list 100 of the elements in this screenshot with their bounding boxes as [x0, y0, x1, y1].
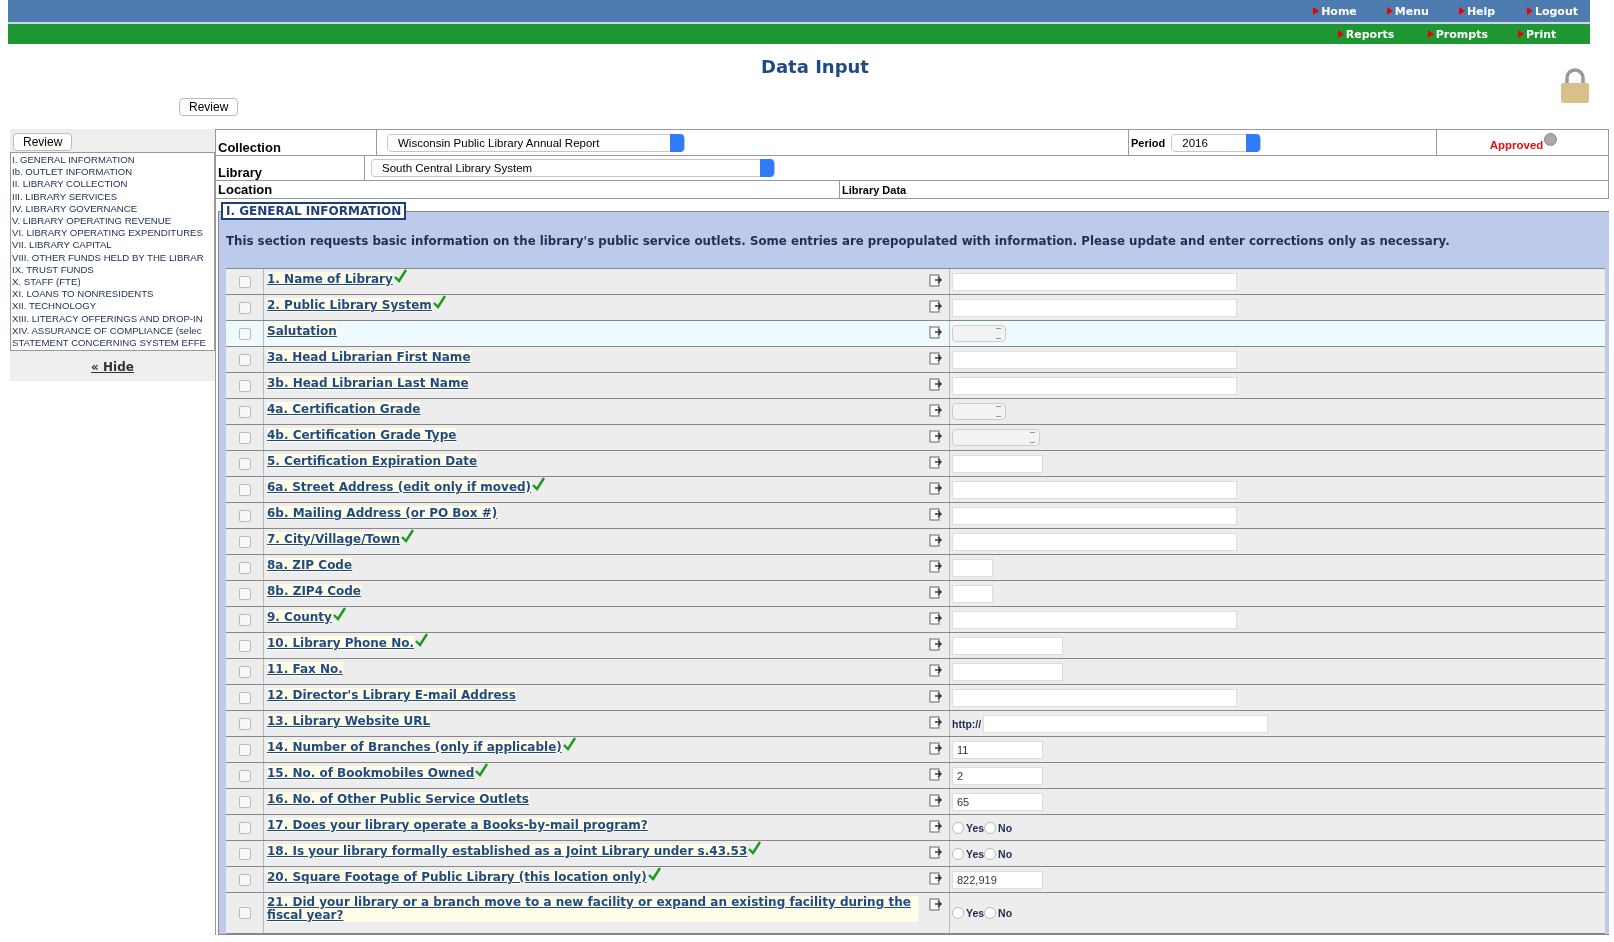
input-field[interactable] [952, 610, 1237, 629]
radio-option[interactable]: Yes [952, 907, 985, 919]
note-icon[interactable] [929, 274, 942, 287]
section-item[interactable]: VII. LIBRARY CAPITAL [12, 239, 112, 252]
row-checkbox[interactable] [238, 873, 251, 886]
question-link[interactable]: 7. City/Village/Town [267, 532, 401, 546]
radio-option[interactable]: Yes [952, 847, 985, 860]
question-link[interactable]: 6a. Street Address (edit only if moved) [267, 480, 532, 494]
nav-link[interactable]: Logout [1526, 4, 1578, 18]
row-checkbox[interactable] [238, 353, 251, 366]
radio-button[interactable] [952, 847, 964, 860]
note-icon[interactable] [929, 638, 942, 651]
radio-button[interactable] [984, 821, 997, 834]
input-field[interactable] [952, 298, 1237, 317]
input-field[interactable] [952, 480, 1237, 499]
radio-option[interactable]: No [984, 907, 1013, 919]
row-checkbox[interactable] [238, 301, 251, 314]
note-icon[interactable] [929, 664, 942, 677]
question-link[interactable]: 8a. ZIP Code [267, 558, 353, 572]
section-item[interactable]: XII. TECHNOLOGY [12, 300, 97, 313]
question-link[interactable]: 6b. Mailing Address (or PO Box #) [267, 506, 498, 520]
question-link[interactable]: Salutation [267, 324, 337, 338]
section-item[interactable]: IV. LIBRARY GOVERNANCE [12, 202, 138, 215]
nav-link[interactable]: Prompts [1427, 27, 1488, 41]
row-checkbox[interactable] [238, 691, 251, 704]
question-link[interactable]: 13. Library Website URL [267, 714, 431, 728]
note-icon[interactable] [929, 430, 942, 443]
row-checkbox[interactable] [238, 405, 251, 418]
question-link[interactable]: 17. Does your library operate a Books-by-mail program? [267, 818, 648, 832]
note-icon[interactable] [929, 586, 942, 599]
review-button[interactable]: Review [13, 133, 73, 151]
question-link[interactable]: 14. Number of Branches (only if applicable) [267, 740, 562, 754]
nav-link[interactable]: Print [1518, 27, 1578, 41]
row-checkbox[interactable] [238, 327, 251, 340]
collection-select[interactable]: Wisconsin Public Library Annual Report [387, 133, 685, 152]
row-checkbox[interactable] [238, 907, 251, 919]
question-link[interactable]: 10. Library Phone No. [267, 636, 414, 650]
section-item[interactable]: III. LIBRARY SERVICES [12, 190, 118, 203]
input-field[interactable] [952, 272, 1237, 291]
nav-link[interactable]: Reports [1337, 27, 1398, 41]
question-link[interactable]: 3b. Head Librarian Last Name [267, 376, 469, 390]
input-field[interactable]: 822,919 [952, 870, 1043, 889]
review-button[interactable]: Review [179, 98, 239, 116]
input-field[interactable] [952, 506, 1237, 525]
question-link[interactable]: 21. Did your library or a branch move to a new facility or expand an existing facility during the fiscal year? [267, 896, 918, 922]
note-icon[interactable] [929, 690, 942, 703]
input-field[interactable] [952, 454, 1043, 473]
row-checkbox[interactable] [238, 795, 251, 808]
dropdown[interactable] [952, 325, 1006, 342]
row-checkbox[interactable] [238, 587, 251, 600]
row-checkbox[interactable] [238, 769, 251, 782]
hide-link[interactable]: « Hide [91, 360, 134, 375]
section-item[interactable]: II. LIBRARY COLLECTION [12, 178, 128, 191]
row-checkbox[interactable] [238, 613, 251, 626]
note-icon[interactable] [929, 326, 942, 339]
section-item[interactable]: XI. LOANS TO NONRESIDENTS [12, 288, 154, 301]
question-link[interactable]: 3a. Head Librarian First Name [267, 350, 471, 364]
input-field[interactable]: 2 [952, 766, 1043, 785]
question-link[interactable]: 12. Director's Library E-mail Address [267, 688, 516, 702]
input-field[interactable] [952, 532, 1237, 551]
note-icon[interactable] [929, 794, 942, 807]
row-checkbox[interactable] [238, 275, 251, 288]
section-item[interactable]: XIV. ASSURANCE OF COMPLIANCE (selec [12, 324, 202, 338]
input-field[interactable] [952, 636, 1063, 655]
dropdown[interactable] [952, 429, 1040, 446]
row-checkbox[interactable] [238, 457, 251, 470]
radio-button[interactable] [984, 847, 997, 860]
row-checkbox[interactable] [238, 717, 251, 730]
radio-option[interactable]: No [984, 821, 1013, 834]
radio-button[interactable] [952, 821, 964, 834]
radio-option[interactable]: No [984, 847, 1013, 860]
radio-button[interactable] [952, 907, 964, 919]
row-checkbox[interactable] [238, 821, 251, 834]
row-checkbox[interactable] [238, 639, 251, 652]
question-link[interactable]: 20. Square Footage of Public Library (this location only) [267, 870, 647, 884]
question-link[interactable]: 15. No. of Bookmobiles Owned [267, 766, 475, 780]
note-icon[interactable] [929, 846, 942, 859]
note-icon[interactable] [929, 378, 942, 391]
note-icon[interactable] [929, 300, 942, 313]
input-field[interactable] [952, 688, 1237, 707]
input-field[interactable] [952, 662, 1063, 681]
note-icon[interactable] [929, 872, 942, 885]
question-link[interactable]: 1. Name of Library [267, 272, 393, 286]
nav-link[interactable]: Home [1313, 4, 1357, 18]
section-item[interactable]: VI. LIBRARY OPERATING EXPENDITURES [12, 227, 203, 240]
question-link[interactable]: 5. Certification Expiration Date [267, 454, 478, 468]
note-icon[interactable] [929, 404, 942, 417]
section-item[interactable]: Ib. OUTLET INFORMATION [12, 166, 133, 179]
note-icon[interactable] [929, 820, 942, 833]
row-checkbox[interactable] [238, 431, 251, 444]
row-checkbox[interactable] [238, 847, 251, 860]
question-link[interactable]: 16. No. of Other Public Service Outlets [267, 792, 529, 806]
section-item[interactable]: XIII. LITERACY OFFERINGS AND DROP-IN [12, 312, 203, 325]
note-icon[interactable] [929, 612, 942, 625]
section-item[interactable]: STATEMENT CONCERNING SYSTEM EFFE [12, 337, 207, 350]
row-checkbox[interactable] [238, 665, 251, 678]
section-item[interactable]: IX. TRUST FUNDS [12, 263, 94, 277]
input-field[interactable] [952, 350, 1237, 369]
period-select[interactable]: 2016 [1171, 133, 1262, 152]
library-select[interactable]: South Central Library System [371, 159, 775, 177]
